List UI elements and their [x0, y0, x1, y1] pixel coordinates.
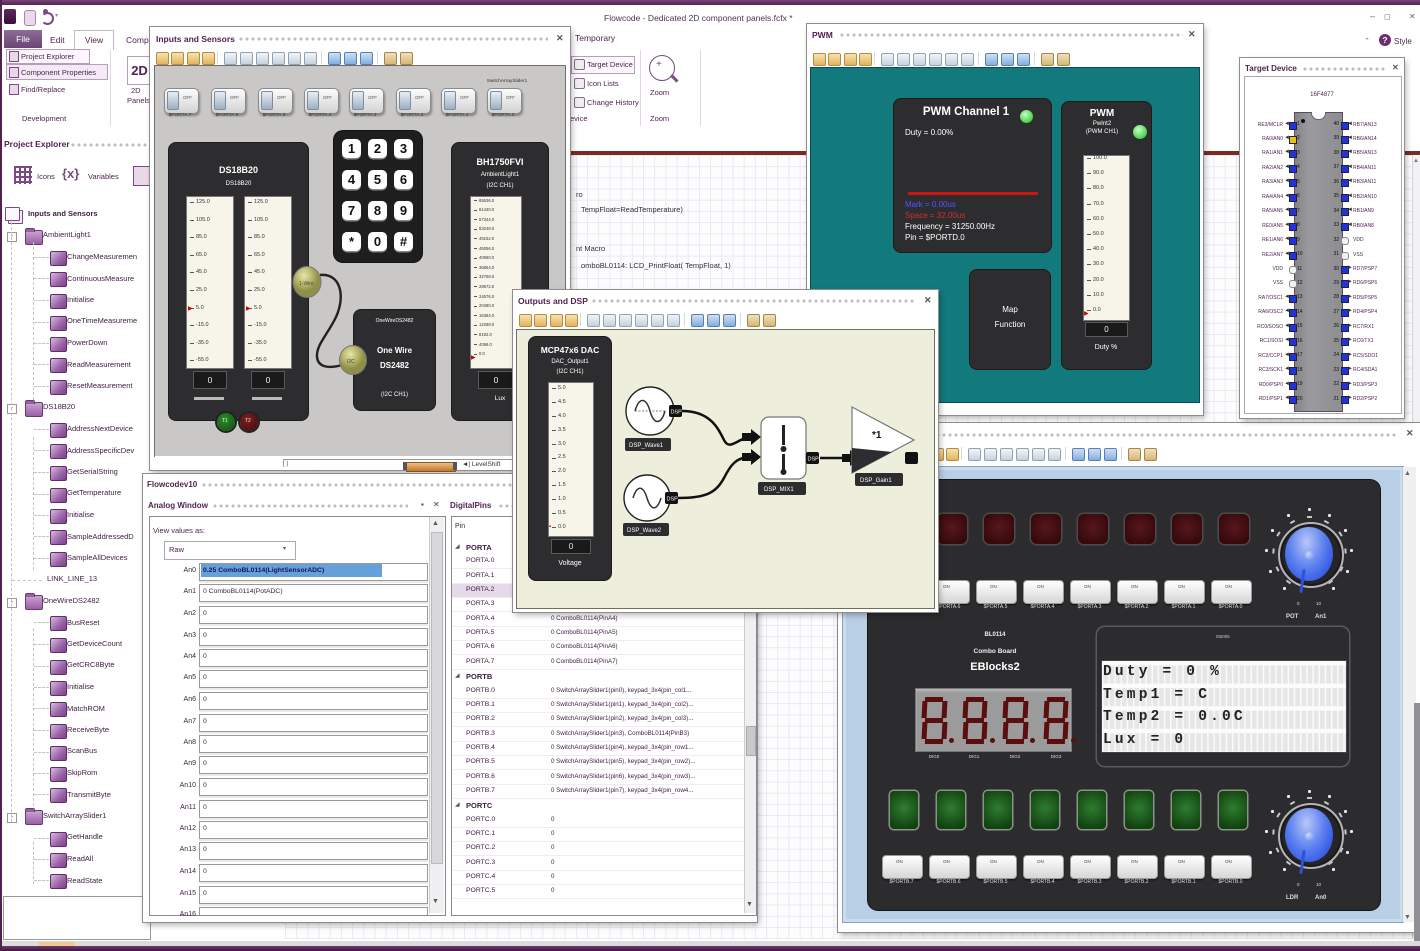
- svg-text:DSP: DSP: [667, 497, 679, 503]
- svg-text:1-Wire: 1-Wire: [299, 281, 314, 287]
- svg-text:DSP: DSP: [808, 457, 820, 463]
- svg-text:DSP_Gain1: DSP_Gain1: [860, 478, 892, 484]
- svg-text:DSP_Wave2: DSP_Wave2: [627, 528, 662, 534]
- svg-text:DSP_MIX1: DSP_MIX1: [764, 487, 794, 493]
- svg-text:DSP: DSP: [671, 410, 683, 416]
- svg-text:DSP_Wave1: DSP_Wave1: [629, 443, 664, 449]
- svg-text:I2C: I2C: [347, 359, 355, 365]
- svg-text:*1: *1: [872, 430, 882, 441]
